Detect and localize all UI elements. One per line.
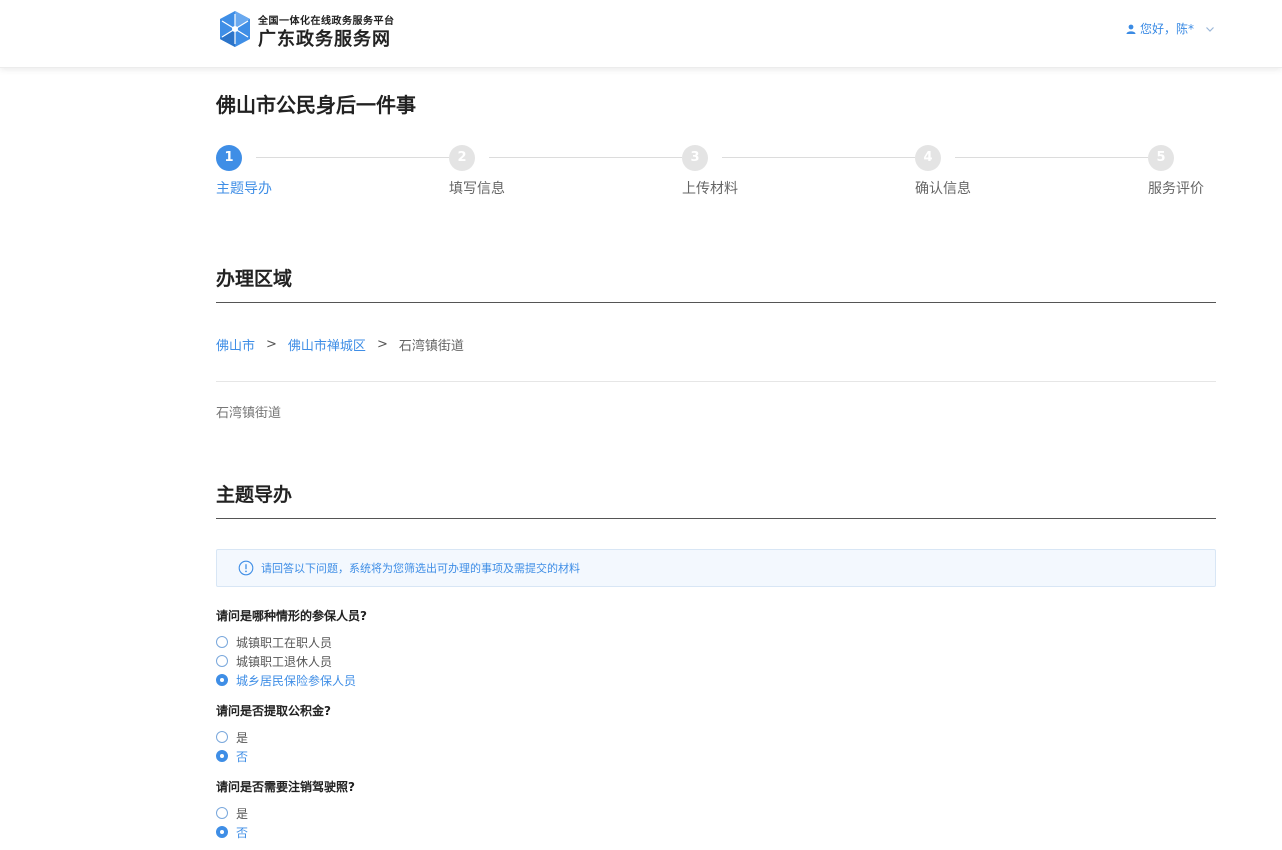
breadcrumb-divider: [216, 381, 1216, 382]
radio-button-checked[interactable]: [216, 750, 228, 762]
radio-button-checked[interactable]: [216, 674, 228, 686]
step-3-label: 上传材料: [682, 181, 738, 197]
top-header: 全国一体化在线政务服务平台 广东政务服务网 您好，陈*: [0, 0, 1282, 68]
radio-option-no[interactable]: 否: [216, 824, 248, 840]
breadcrumb-city-link[interactable]: 佛山市: [216, 335, 255, 354]
guide-section-title: 主题导办: [216, 484, 293, 506]
step-2-circle: 2: [449, 145, 475, 171]
page-title: 佛山市公民身后一件事: [216, 93, 416, 117]
step-2-label: 填写信息: [449, 181, 505, 197]
step-connector: [256, 157, 449, 158]
info-circle-icon: [238, 560, 254, 576]
step-4-label: 确认信息: [915, 181, 971, 197]
region-section-title: 办理区域: [216, 268, 293, 290]
guangdong-logo-icon[interactable]: [216, 10, 254, 48]
breadcrumb-separator: >: [376, 337, 388, 352]
user-greeting: 您好，陈*: [1139, 22, 1194, 36]
step-1-circle: 1: [216, 145, 242, 171]
notice-text: 请回答以下问题，系统将为您筛选出可办理的事项及需提交的材料: [261, 562, 580, 575]
progress-steps: 1 2 3 4 5 主题导办 填写信息 上传材料 确认信息 服务评价: [216, 145, 1216, 205]
radio-option-resident[interactable]: 城乡居民保险参保人员: [216, 672, 356, 688]
question-provident-fund: 请问是否提取公积金?: [216, 704, 331, 718]
radio-button[interactable]: [216, 807, 228, 819]
step-5-label: 服务评价: [1148, 181, 1204, 197]
step-4-circle: 4: [915, 145, 941, 171]
selected-area-option[interactable]: 石湾镇街道: [216, 402, 281, 421]
user-menu[interactable]: 您好，陈*: [1126, 20, 1216, 37]
section-divider: [216, 302, 1216, 303]
radio-option-no[interactable]: 否: [216, 748, 248, 764]
step-5-circle: 5: [1148, 145, 1174, 171]
radio-option-yes[interactable]: 是: [216, 805, 248, 821]
step-1-label: 主题导办: [216, 181, 272, 197]
breadcrumb-separator: >: [266, 337, 277, 352]
step-connector: [722, 157, 915, 158]
breadcrumb-district-link[interactable]: 佛山市禅城区: [288, 335, 366, 354]
radio-option-employed[interactable]: 城镇职工在职人员: [216, 634, 332, 650]
radio-button[interactable]: [216, 655, 228, 667]
radio-option-retired[interactable]: 城镇职工退休人员: [216, 653, 332, 669]
breadcrumb-current: 石湾镇街道: [398, 339, 464, 354]
step-3-circle: 3: [682, 145, 708, 171]
question-driver-license: 请问是否需要注销驾驶照?: [216, 780, 355, 794]
question-insured-type: 请问是哪种情形的参保人员?: [216, 609, 367, 623]
site-name[interactable]: 广东政务服务网: [258, 25, 391, 51]
section-divider: [216, 518, 1216, 519]
info-notice: 请回答以下问题，系统将为您筛选出可办理的事项及需提交的材料: [216, 549, 1216, 587]
radio-button[interactable]: [216, 731, 228, 743]
chevron-down-icon: [1206, 26, 1214, 32]
region-breadcrumb: 佛山市 > 佛山市禅城区 > 石湾镇街道: [216, 335, 464, 354]
step-connector: [489, 157, 682, 158]
step-connector: [955, 157, 1148, 158]
user-icon: [1126, 24, 1136, 34]
radio-option-yes[interactable]: 是: [216, 729, 248, 745]
radio-button-checked[interactable]: [216, 826, 228, 838]
radio-button[interactable]: [216, 636, 228, 648]
